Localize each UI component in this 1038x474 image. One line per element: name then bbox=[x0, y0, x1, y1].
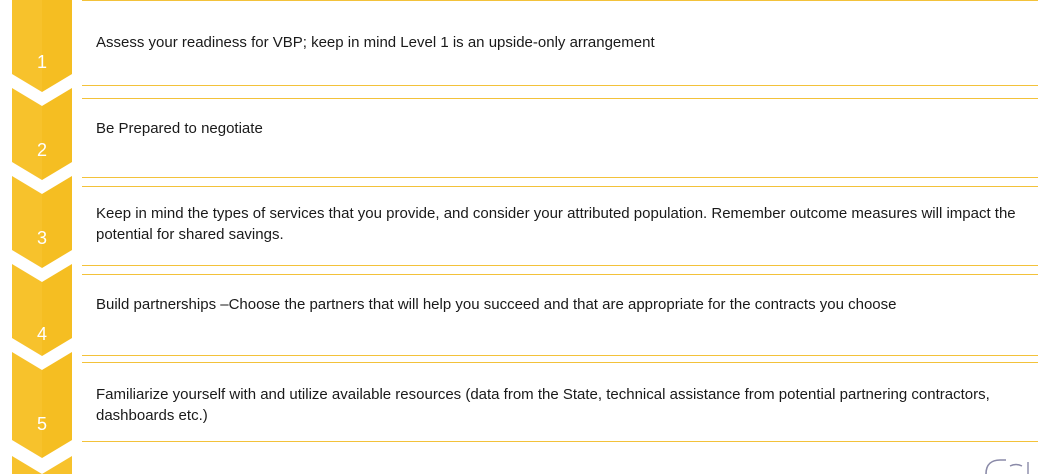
step-2-number: 2 bbox=[36, 140, 47, 160]
step-5-number: 5 bbox=[36, 414, 47, 434]
step-1-text: Assess your readiness for VBP; keep in m… bbox=[96, 34, 655, 51]
chevron-down-icon bbox=[12, 0, 72, 92]
step-2-text: Be Prepared to negotiate bbox=[96, 120, 263, 137]
logo bbox=[966, 456, 1038, 474]
step-2-chevron: 2 bbox=[12, 88, 82, 180]
step-3-chevron: 3 bbox=[12, 176, 82, 268]
chevron-down-icon bbox=[12, 88, 72, 180]
partial-logo-mark-icon bbox=[985, 459, 1029, 474]
step-4-chevron: 4 bbox=[12, 264, 82, 356]
process-diagram: 1 Assess your readiness for VBP; keep in… bbox=[0, 0, 1038, 474]
step-5-box: Familiarize yourself with and utilize av… bbox=[82, 362, 1038, 442]
step-5-chevron: 5 bbox=[12, 352, 82, 474]
chevron-down-icon bbox=[12, 352, 72, 474]
step-4-box: Build partnerships –Choose the partners … bbox=[82, 274, 1038, 356]
step-4-text: Build partnerships –Choose the partners … bbox=[96, 296, 897, 313]
step-2-box: Be Prepared to negotiate bbox=[82, 98, 1038, 178]
step-5-text: Familiarize yourself with and utilize av… bbox=[96, 386, 990, 424]
step-1-number: 1 bbox=[36, 52, 47, 72]
step-3-number: 3 bbox=[36, 228, 47, 248]
step-1-chevron: 1 bbox=[12, 0, 82, 92]
step-3-text: Keep in mind the types of services that … bbox=[96, 205, 1016, 243]
step-4-number: 4 bbox=[36, 324, 47, 344]
step-3-box: Keep in mind the types of services that … bbox=[82, 186, 1038, 266]
chevron-down-icon bbox=[12, 176, 72, 268]
step-1-box: Assess your readiness for VBP; keep in m… bbox=[82, 0, 1038, 86]
